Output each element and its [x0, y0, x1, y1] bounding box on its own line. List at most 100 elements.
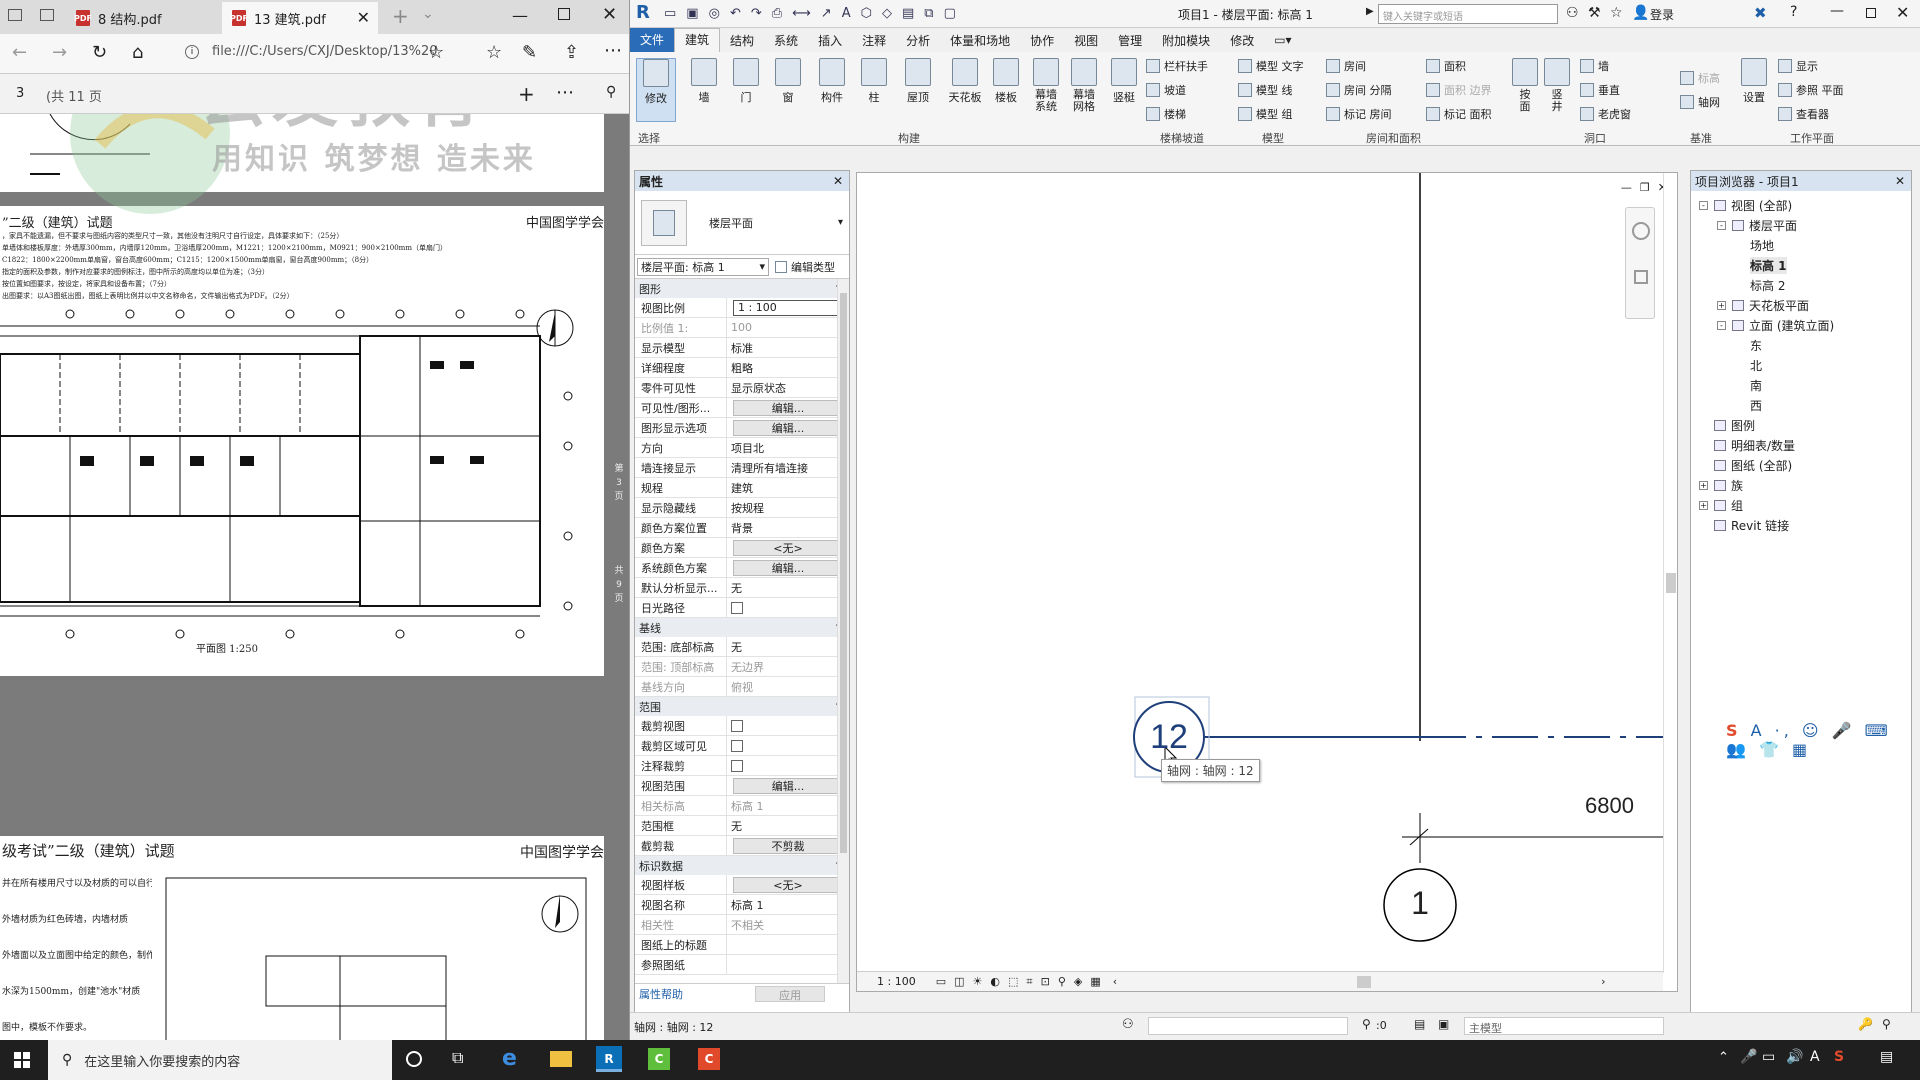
floor-button[interactable]: 楼板	[986, 58, 1026, 105]
area-button[interactable]: 面积	[1426, 58, 1466, 74]
wall-opening-button[interactable]: 墙	[1580, 58, 1609, 74]
mullion-button[interactable]: 竖梃	[1104, 58, 1144, 105]
new-tab-icon[interactable]: +	[392, 4, 409, 28]
property-value[interactable]: 不相关	[727, 915, 849, 934]
shadows-icon[interactable]: ◐	[990, 975, 1000, 988]
edge-icon[interactable]: e	[502, 1046, 517, 1071]
show-workplane-button[interactable]: 显示	[1778, 58, 1818, 74]
property-row[interactable]: 注释裁剪	[635, 756, 849, 776]
expand-toggle-icon[interactable]: -	[1717, 221, 1726, 230]
back-arrow-icon[interactable]: ←	[12, 42, 27, 63]
curtain-grid-button[interactable]: 幕墙网格	[1066, 58, 1102, 113]
expand-toggle-icon[interactable]: -	[1699, 201, 1708, 210]
task-view-icon[interactable]: ⧉	[452, 1048, 463, 1068]
scroll-left-icon[interactable]: ‹	[1113, 975, 1117, 988]
property-row[interactable]: 范围框无	[635, 816, 849, 836]
view-scale[interactable]: 1 : 100	[877, 975, 916, 988]
tree-node[interactable]: 南	[1735, 377, 1762, 394]
detail-level-icon[interactable]: ▭	[936, 975, 946, 988]
close-icon[interactable]: ✕	[1895, 174, 1905, 188]
property-value[interactable]: 清理所有墙连接	[727, 458, 849, 477]
tree-node[interactable]: 场地	[1735, 237, 1774, 254]
property-row[interactable]: 范围: 顶部标高 无边界	[635, 657, 849, 677]
curtain-system-button[interactable]: 幕墙系统	[1028, 58, 1064, 113]
property-row[interactable]: 系统颜色方案 编辑...	[635, 558, 849, 578]
tab-massing-site[interactable]: 体量和场地	[940, 32, 1020, 49]
checkbox[interactable]	[731, 719, 743, 732]
property-row[interactable]: 视图样板 <无>	[635, 875, 849, 895]
property-row[interactable]: 截剪裁 不剪裁	[635, 836, 849, 856]
property-row[interactable]: 视图名称 标高 1	[635, 895, 849, 915]
tag-area-button[interactable]: 标记 面积	[1426, 106, 1492, 122]
property-checkbox[interactable]	[727, 716, 849, 735]
property-value[interactable]: 显示原状态	[727, 378, 849, 397]
user-icon[interactable]: 👤	[1632, 5, 1649, 21]
property-checkbox[interactable]	[727, 756, 849, 775]
set-workplane-button[interactable]: 设置	[1738, 58, 1770, 105]
recorder-icon[interactable]: C	[698, 1048, 720, 1070]
redo-icon[interactable]: ↷	[751, 6, 762, 21]
component-button[interactable]: 构件	[812, 58, 852, 105]
expand-toggle-icon[interactable]: -	[1717, 321, 1726, 330]
grid-button[interactable]: 轴网	[1680, 94, 1720, 110]
window-button[interactable]: 窗	[768, 58, 808, 105]
property-value[interactable]: <无>	[733, 876, 843, 893]
section-icon[interactable]: ◇	[882, 6, 892, 21]
checkbox[interactable]	[731, 759, 743, 772]
tab-list-chevron-icon[interactable]: ⌄	[422, 6, 434, 22]
property-row[interactable]: 颜色方案位置 背景	[635, 518, 849, 538]
canvas-vscroll[interactable]	[1663, 173, 1677, 973]
edit-type-button[interactable]: 编辑类型	[775, 259, 835, 275]
property-row[interactable]: 基线方向 俯视	[635, 677, 849, 697]
property-value[interactable]: 背景	[727, 518, 849, 537]
tab-back-icon[interactable]	[40, 9, 54, 21]
property-row[interactable]: 图形显示选项 编辑...	[635, 418, 849, 438]
room-separator-button[interactable]: 房间 分隔	[1326, 82, 1392, 98]
close-window-icon[interactable]: ✕	[1896, 3, 1909, 22]
property-row[interactable]: 墙连接显示 清理所有墙连接	[635, 458, 849, 478]
by-face-button[interactable]: 按面	[1510, 58, 1540, 113]
vertical-opening-button[interactable]: 垂直	[1580, 82, 1620, 98]
property-row[interactable]: 可见性/图形... 编辑...	[635, 398, 849, 418]
analysis-icon[interactable]: ▦	[1090, 975, 1100, 988]
exchange-icon[interactable]: ✖	[1754, 4, 1767, 22]
render-icon[interactable]: ⬚	[1008, 975, 1018, 988]
tree-node[interactable]: 明细表/数量	[1699, 437, 1795, 454]
property-row[interactable]: 参照图纸	[635, 955, 849, 975]
pdf-viewer[interactable]: ”二级（建筑）试题 中国图学学会 ，家具不能遗漏，但不要求与图纸内容的类型尺寸一…	[0, 114, 629, 1040]
property-value[interactable]: 标高 1	[727, 796, 849, 815]
taskbar-search[interactable]: ⚲ 在这里输入你要搜索的内容	[48, 1040, 392, 1080]
property-row[interactable]: 显示模型 标准	[635, 338, 849, 358]
wall-button[interactable]: 墙	[684, 58, 724, 105]
open-icon[interactable]: ▭	[664, 6, 676, 21]
property-value[interactable]: 编辑...	[733, 419, 843, 436]
3d-view-icon[interactable]: ⬡	[861, 6, 872, 21]
ref-plane-button[interactable]: 参照 平面	[1778, 82, 1844, 98]
model-group-button[interactable]: 模型 组	[1238, 106, 1293, 122]
property-value[interactable]: 标高 1	[727, 895, 849, 914]
measure-icon[interactable]: ⟷	[792, 6, 811, 21]
group-room-area-label[interactable]: 房间和面积	[1366, 130, 1421, 146]
checkbox[interactable]	[731, 601, 743, 614]
apply-button[interactable]: 应用	[755, 985, 825, 1002]
tray-up-icon[interactable]: ⌃	[1718, 1050, 1729, 1065]
tree-node[interactable]: 标高 2	[1735, 277, 1785, 294]
dormer-button[interactable]: 老虎窗	[1580, 106, 1631, 122]
zoom-in-icon[interactable]: +	[518, 82, 535, 106]
property-row[interactable]: 日光路径	[635, 598, 849, 618]
main-model-icon[interactable]: ▣	[1438, 1017, 1449, 1031]
properties-scrollbar[interactable]	[837, 279, 849, 983]
property-checkbox[interactable]	[727, 598, 849, 617]
room-button[interactable]: 房间	[1326, 58, 1366, 74]
tree-node[interactable]: 图例	[1699, 417, 1755, 434]
url-field[interactable]: file:///C:/Users/CXJ/Desktop/13%20	[212, 44, 438, 59]
expand-toggle-icon[interactable]: +	[1699, 501, 1708, 510]
tree-node[interactable]: - 立面 (建筑立面)	[1717, 317, 1834, 334]
text-icon[interactable]: A	[842, 6, 851, 21]
property-row[interactable]: 视图范围 编辑...	[635, 776, 849, 796]
scroll-right-icon[interactable]: ›	[1601, 975, 1605, 988]
save-icon[interactable]: ▣	[686, 6, 698, 21]
property-row[interactable]: 颜色方案 <无>	[635, 538, 849, 558]
roof-button[interactable]: 屋顶	[898, 58, 938, 105]
undo-icon[interactable]: ↶	[730, 6, 741, 21]
